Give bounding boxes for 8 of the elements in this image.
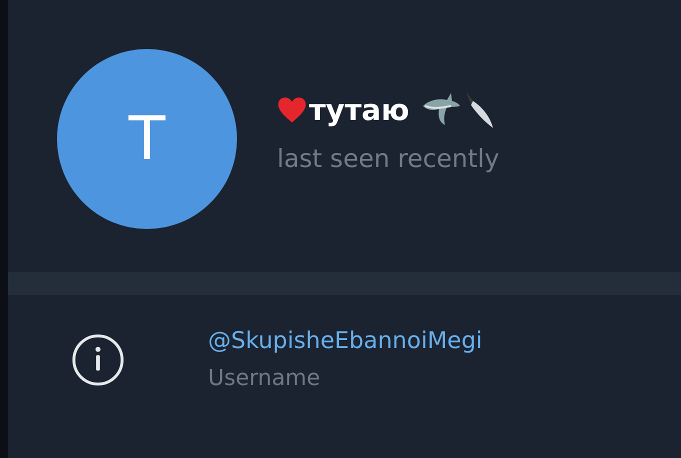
heart-icon xyxy=(277,96,307,124)
username-link[interactable]: @SkupisheEbannoiMegi xyxy=(208,328,482,354)
shark-icon xyxy=(421,92,462,128)
avatar: T xyxy=(57,48,237,228)
info-icon xyxy=(71,332,125,386)
profile-name: тутаю xyxy=(309,92,410,126)
field-label: Username xyxy=(208,366,322,391)
status-text: last seen recently xyxy=(277,144,500,172)
